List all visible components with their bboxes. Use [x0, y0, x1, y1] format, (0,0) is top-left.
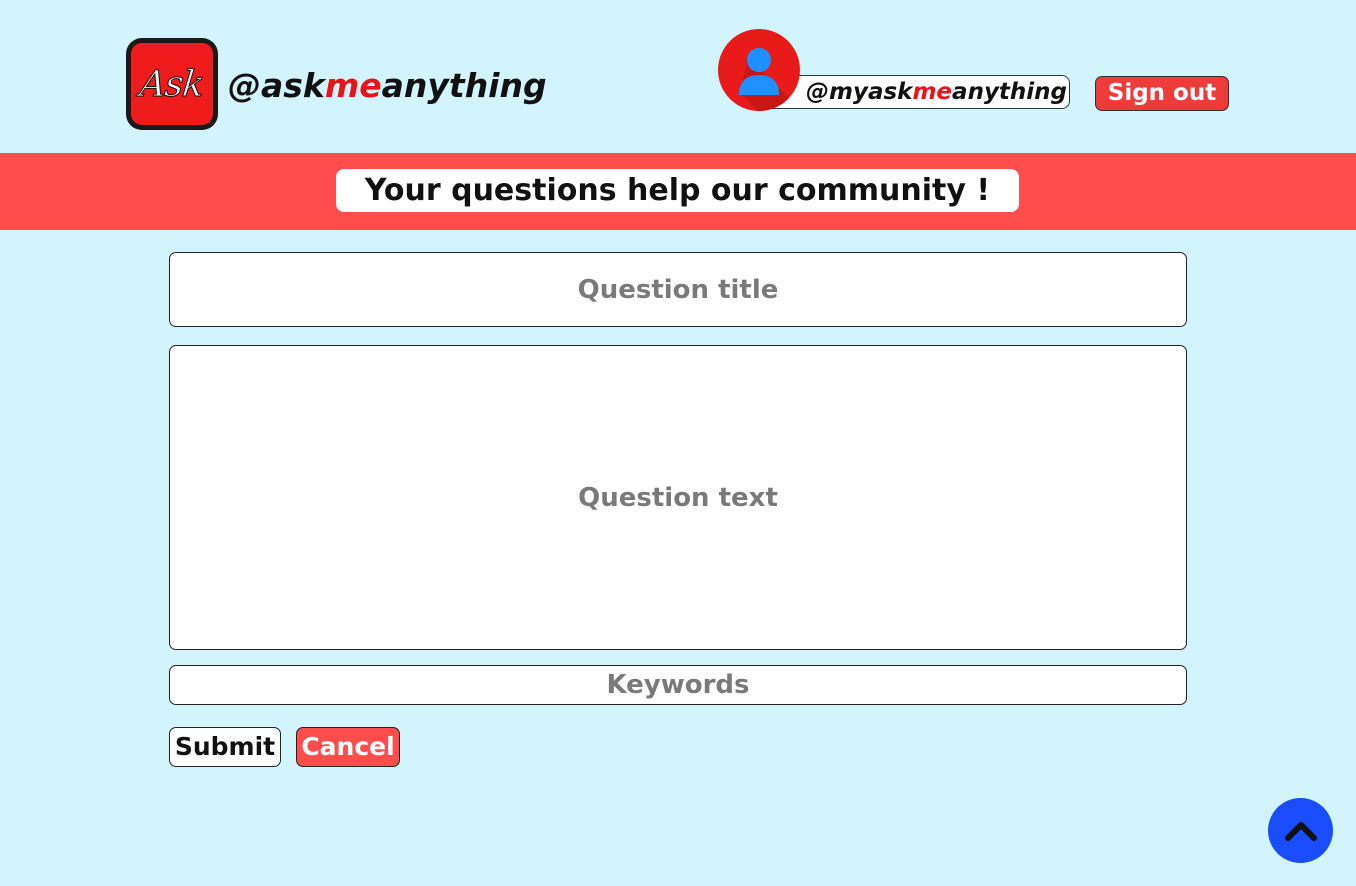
user-handle-suffix: anything	[952, 79, 1068, 105]
user-handle-highlight: me	[912, 79, 953, 105]
user-handle-prefix: @myask	[806, 79, 913, 105]
brand-suffix: anything	[381, 66, 547, 105]
scroll-top-button[interactable]	[1268, 798, 1333, 863]
user-handle: @myaskmeanything	[806, 75, 1067, 109]
person-icon	[739, 48, 800, 111]
submit-button[interactable]: Submit	[169, 727, 281, 767]
banner-text: Your questions help our community !	[336, 169, 1019, 212]
keywords-input[interactable]: Keywords	[169, 665, 1187, 705]
brand-highlight: me	[324, 66, 382, 105]
logo-text: Ask	[138, 63, 207, 105]
user-avatar-icon[interactable]	[718, 29, 800, 111]
chevron-up-icon	[1284, 821, 1317, 841]
question-title-placeholder: Question title	[577, 274, 779, 305]
app-logo[interactable]: Ask	[126, 38, 218, 130]
brand-name[interactable]: @askmeanything	[228, 66, 547, 105]
question-text-placeholder: Question text	[578, 482, 778, 513]
brand-prefix: @ask	[228, 66, 325, 105]
question-text-input[interactable]: Question text	[169, 345, 1187, 650]
cancel-button[interactable]: Cancel	[296, 727, 400, 767]
question-title-input[interactable]: Question title	[169, 252, 1187, 327]
community-banner: Your questions help our community !	[0, 153, 1356, 230]
sign-out-button[interactable]: Sign out	[1095, 76, 1229, 111]
keywords-placeholder: Keywords	[606, 670, 750, 700]
logo-badge: Ask	[129, 41, 215, 127]
